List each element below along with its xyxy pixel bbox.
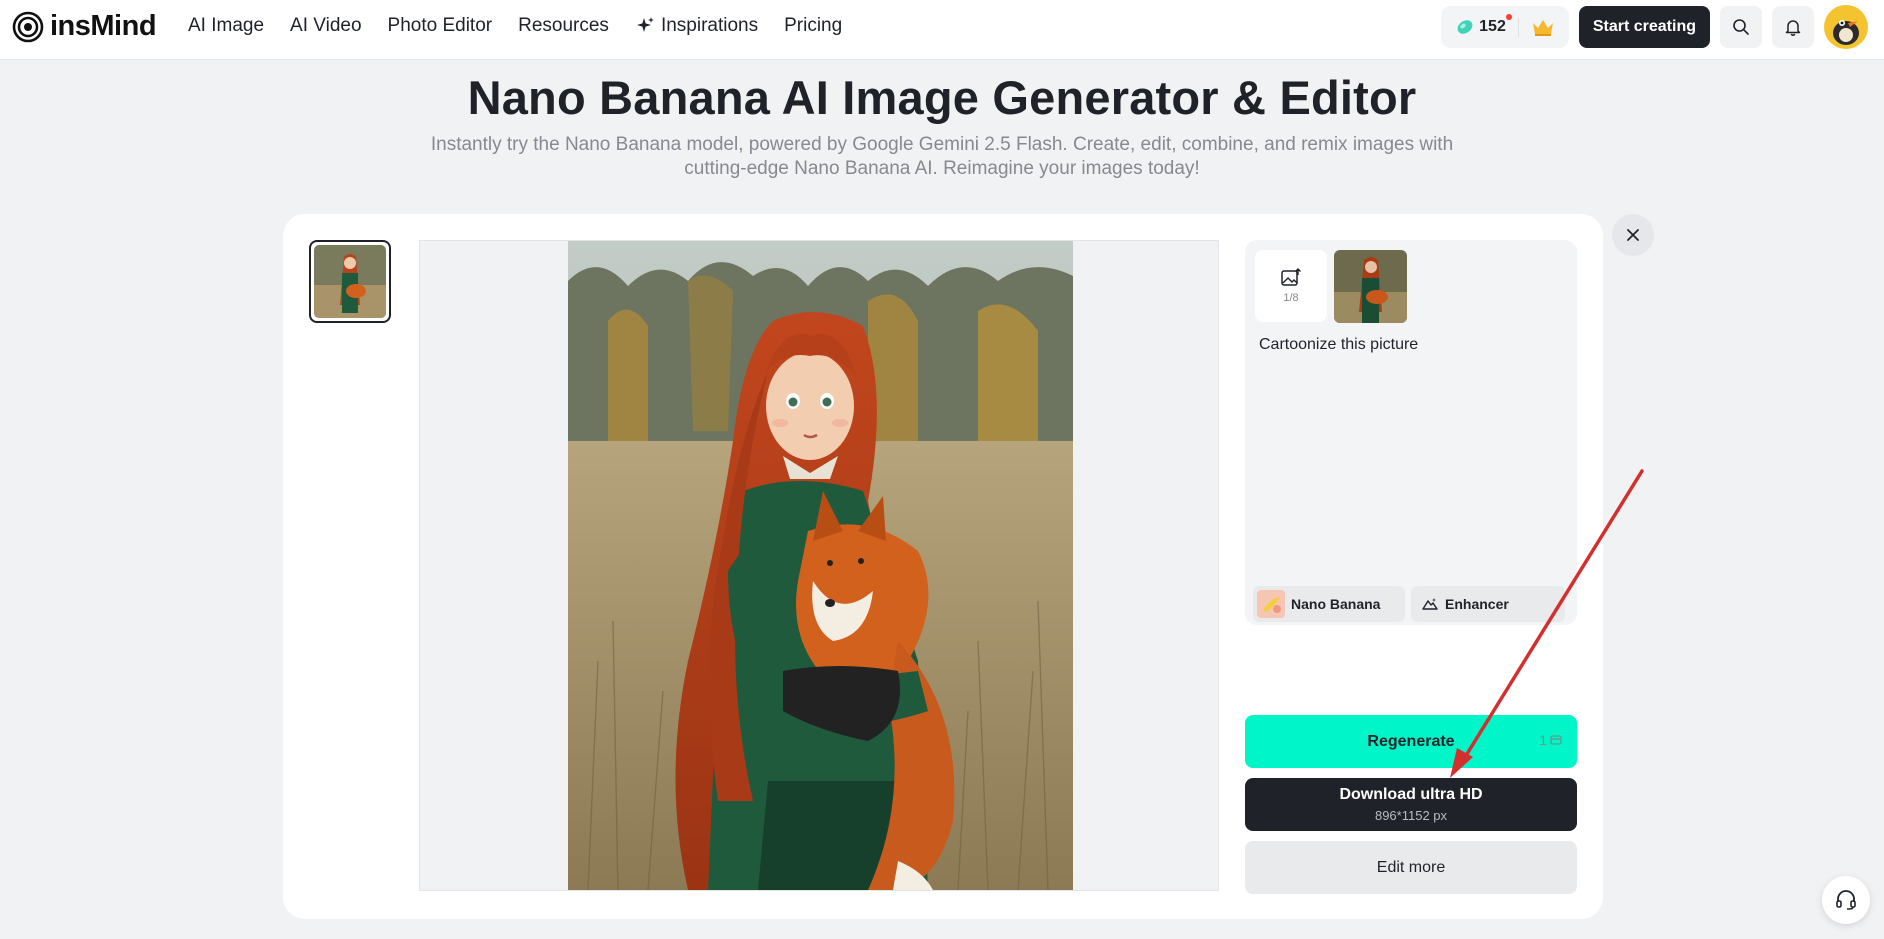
avatar-image: [1824, 5, 1868, 49]
reference-image-thumbnail: [1334, 250, 1407, 323]
regenerate-cost: 1: [1539, 732, 1563, 748]
prompt-text[interactable]: Cartoonize this picture: [1259, 336, 1418, 354]
credit-count: 152: [1479, 18, 1506, 35]
logo[interactable]: insMind: [12, 10, 157, 43]
edit-more-button[interactable]: Edit more: [1245, 841, 1577, 894]
history-thumbnail[interactable]: [309, 240, 391, 323]
nav-inspirations-label: Inspirations: [660, 15, 759, 36]
search-icon: [1733, 19, 1749, 35]
nav-inspirations[interactable]: Inspirations: [635, 15, 758, 37]
history-thumbnail-image: [314, 245, 386, 318]
logo-text: insMind: [50, 10, 157, 42]
enhancer-toggle[interactable]: Enhancer: [1411, 586, 1565, 622]
nav-ai-image[interactable]: AI Image: [188, 15, 264, 37]
download-resolution: 896*1152 px: [1374, 808, 1448, 823]
credits-widget[interactable]: 152: [1441, 6, 1569, 48]
prompt-panel: 1/8 Cartoonize this picture Nano Banana: [1245, 240, 1577, 625]
start-creating-button[interactable]: Start creating: [1578, 6, 1710, 48]
close-button[interactable]: [1612, 214, 1654, 256]
sparkle-icon: [636, 17, 654, 32]
crown-icon[interactable]: [1531, 17, 1555, 37]
subtitle-line-2: cutting-edge Nano Banana AI. Reimagine y…: [684, 158, 1200, 179]
credit-cost-icon: [1550, 735, 1562, 745]
nav-pricing[interactable]: Pricing: [784, 15, 842, 37]
search-button[interactable]: [1720, 6, 1762, 48]
bell-icon: [1785, 20, 1801, 36]
image-canvas: [419, 240, 1219, 891]
model-selector[interactable]: Nano Banana: [1253, 586, 1405, 622]
upload-image-button[interactable]: 1/8: [1255, 250, 1327, 322]
main-nav: AI Image AI Video Photo Editor Resources…: [188, 0, 868, 52]
nav-resources[interactable]: Resources: [518, 15, 609, 37]
headset-icon: [1836, 890, 1856, 910]
enhancer-icon: [1422, 598, 1438, 610]
reference-image[interactable]: [1334, 250, 1407, 323]
page-subtitle: Instantly try the Nano Banana model, pow…: [420, 133, 1464, 181]
download-ultra-hd-button[interactable]: Download ultra HD 896*1152 px: [1245, 778, 1577, 831]
subtitle-line-1: Instantly try the Nano Banana model, pow…: [430, 134, 1454, 155]
support-button[interactable]: [1822, 876, 1870, 924]
download-label: Download ultra HD: [1339, 786, 1483, 803]
regenerate-cost-value: 1: [1539, 732, 1547, 748]
logo-swirl-icon: [12, 11, 44, 42]
credit-balance: 152: [1455, 14, 1512, 37]
upload-counter: 1/8: [1283, 292, 1299, 304]
enhancer-label: Enhancer: [1445, 596, 1509, 612]
nav-photo-editor[interactable]: Photo Editor: [388, 15, 493, 37]
generated-image[interactable]: [568, 241, 1073, 890]
top-navbar: insMind AI Image AI Video Photo Editor R…: [0, 0, 1884, 60]
close-icon: [1627, 229, 1639, 241]
nav-ai-video[interactable]: AI Video: [290, 15, 361, 37]
gem-icon: [1457, 20, 1473, 34]
regenerate-label: Regenerate: [1367, 732, 1455, 750]
editor-card: 1/8 Cartoonize this picture Nano Banana: [283, 214, 1603, 919]
model-label: Nano Banana: [1291, 596, 1381, 612]
user-avatar[interactable]: [1824, 5, 1868, 49]
notification-dot: [1505, 14, 1512, 20]
page-title: Nano Banana AI Image Generator & Editor: [467, 71, 1417, 124]
divider: [1517, 17, 1519, 37]
notifications-button[interactable]: [1772, 6, 1814, 48]
navbar-actions: 152 Start creating: [1441, 5, 1868, 49]
image-upload-icon: [1281, 268, 1301, 286]
nano-banana-icon: [1257, 590, 1285, 618]
regenerate-button[interactable]: Regenerate 1: [1245, 715, 1577, 768]
